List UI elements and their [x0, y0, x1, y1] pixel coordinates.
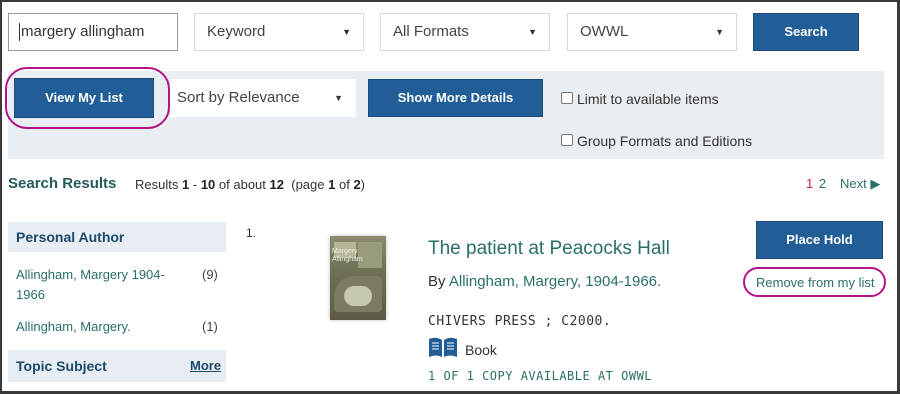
facet-item-allingham-1904[interactable]: Allingham, Margery 1904- 1966	[16, 265, 186, 305]
dropdown-arrow-icon: ▼	[334, 93, 343, 103]
facet-more-link[interactable]: More	[190, 358, 221, 373]
record-number: 1.	[246, 226, 257, 240]
facet-count: (1)	[202, 319, 218, 334]
page-current: 1	[806, 176, 814, 191]
record-author-line: By Allingham, Margery, 1904-1966.	[428, 273, 662, 290]
view-my-list-button[interactable]: View My List	[14, 78, 154, 118]
pagination: 1 2	[806, 176, 826, 191]
search-query-text: margery allingham	[21, 23, 145, 40]
dropdown-arrow-icon: ▼	[715, 27, 724, 37]
limit-available-checkbox[interactable]	[561, 92, 573, 104]
format-value: All Formats	[393, 23, 469, 40]
library-value: OWWL	[580, 23, 629, 40]
search-results-heading: Search Results	[8, 175, 117, 192]
record-format-label: Book	[465, 342, 497, 358]
search-type-value: Keyword	[207, 23, 266, 40]
dropdown-arrow-icon: ▼	[528, 27, 537, 37]
record-publisher: CHIVERS PRESS ; C2000.	[428, 314, 612, 329]
search-type-select[interactable]: Keyword ▼	[194, 13, 364, 51]
dropdown-arrow-icon: ▼	[342, 27, 351, 37]
search-button[interactable]: Search	[753, 13, 859, 51]
library-select[interactable]: OWWL ▼	[567, 13, 737, 51]
group-formats-checkbox[interactable]	[561, 134, 573, 146]
record-author-link[interactable]: Allingham, Margery, 1904-1966.	[449, 273, 661, 290]
place-hold-button[interactable]: Place Hold	[756, 221, 883, 259]
cover-art-shape	[344, 286, 372, 306]
facet-item-allingham[interactable]: Allingham, Margery.	[16, 317, 131, 337]
results-summary: Results 1 - 10 of about 12 (page 1 of 2)	[135, 177, 366, 192]
format-select[interactable]: All Formats ▼	[380, 13, 550, 51]
facet-heading-personal-author: Personal Author	[8, 222, 226, 252]
remove-from-list-link[interactable]: Remove from my list	[756, 275, 874, 290]
window-frame	[0, 0, 900, 394]
page-2-link[interactable]: 2	[819, 176, 826, 191]
search-input[interactable]: margery allingham	[8, 13, 178, 51]
sort-value: Sort by Relevance	[177, 89, 300, 106]
text-caret	[19, 23, 20, 42]
facet-count: (9)	[202, 267, 218, 282]
book-cover-image[interactable]: Margery Allingham	[330, 236, 386, 320]
group-formats-label: Group Formats and Editions	[577, 133, 753, 149]
sort-select[interactable]: Sort by Relevance ▼	[170, 79, 356, 117]
next-page-link[interactable]: Next ▶	[840, 176, 880, 192]
limit-available-label: Limit to available items	[577, 91, 719, 107]
record-availability-link[interactable]: 1 OF 1 COPY AVAILABLE AT OWWL	[428, 369, 652, 383]
cover-text: Margery Allingham	[332, 248, 363, 263]
record-title-link[interactable]: The patient at Peacocks Hall	[428, 238, 670, 260]
show-more-details-button[interactable]: Show More Details	[368, 79, 543, 117]
open-book-icon	[428, 336, 458, 360]
